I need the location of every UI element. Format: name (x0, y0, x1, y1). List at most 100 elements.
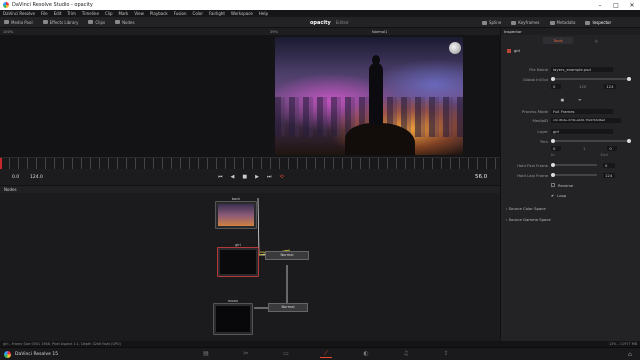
render-end-field[interactable]: 124.0 (30, 175, 43, 180)
layer-select[interactable]: girl (551, 128, 613, 134)
stop-icon[interactable]: ■ (242, 174, 247, 180)
menu-item-timeline[interactable]: Timeline (82, 11, 99, 16)
node-back[interactable]: back (215, 197, 257, 229)
close-icon[interactable]: ✕ (624, 2, 640, 9)
menu-item-fusion[interactable]: Fusion (174, 11, 187, 16)
maximize-icon[interactable]: □ (608, 2, 624, 9)
hold-last-slider[interactable] (551, 173, 597, 177)
menu-item-mark[interactable]: Mark (119, 11, 129, 16)
hold-first-field[interactable]: 0 (603, 162, 615, 168)
process-mode-select[interactable]: Full Frames (551, 108, 613, 114)
spline-button[interactable]: Spline (482, 20, 501, 25)
node-girl[interactable]: girl (217, 243, 259, 277)
menu-item-fairlight[interactable]: Fairlight (209, 11, 225, 16)
home-icon[interactable]: ⌂ (628, 351, 632, 358)
source-gamma-space-label: Source Gamma Space (508, 217, 551, 222)
timeline-ruler[interactable] (0, 157, 500, 170)
go-to-end-icon[interactable]: ⏭ (267, 174, 272, 180)
trim-in-field[interactable]: 0 (551, 145, 561, 151)
menu-item-file[interactable]: File (41, 11, 48, 16)
expand-arrow-icon: › (506, 206, 508, 211)
trim-in-knob[interactable] (551, 139, 555, 143)
file-name-label: File Name (529, 66, 548, 72)
global-inout-row: Global In/Out (501, 76, 640, 82)
current-frame-field[interactable]: 56.0 (475, 174, 487, 180)
keyframes-button[interactable]: Keyframes (511, 20, 540, 25)
viewer-title: Normal1 (372, 29, 388, 34)
file-name-field[interactable]: layers_example.psd (551, 66, 613, 72)
inspector-subtabs: ▣ ≡ (501, 96, 640, 102)
clips-label: Clips (95, 19, 106, 25)
node-back-thumbnail (218, 204, 254, 226)
menu-item-help[interactable]: Help (259, 11, 268, 16)
edit-page-icon[interactable]: ▭ (280, 350, 292, 358)
minimize-icon[interactable]: – (592, 2, 608, 9)
mediaid-field[interactable]: c0c-8b4e-47db-a0d6-7fe97b6d6e0 (551, 117, 621, 123)
hold-last-knob[interactable] (551, 173, 555, 177)
loop-checkbox[interactable]: ✔ (551, 193, 554, 198)
metadata-label: Metadata (556, 20, 576, 25)
menu-bar: DaVinci Resolve File Edit Trim Timeline … (0, 10, 640, 17)
tab-tools[interactable]: Tools (543, 37, 573, 44)
global-out-knob[interactable] (627, 77, 631, 81)
effects-library-button[interactable]: Effects Library (42, 20, 78, 25)
hold-first-knob[interactable] (551, 163, 555, 167)
keyframes-label: Keyframes (518, 20, 540, 25)
left-viewer[interactable] (0, 35, 272, 157)
hold-first-slider[interactable] (551, 163, 597, 167)
fusion-page-icon[interactable]: ⟋ (320, 350, 332, 358)
node-editor[interactable]: back girl Normal Normal moon (0, 193, 500, 341)
metadata-button[interactable]: Metadata (549, 20, 576, 25)
menu-item-workspace[interactable]: Workspace (231, 11, 253, 16)
media-page-icon[interactable]: ▤ (200, 350, 212, 358)
tab-modifiers-icon[interactable]: ◇ (595, 38, 598, 43)
menu-item-trim[interactable]: Trim (67, 11, 76, 16)
loop-icon[interactable]: ⟲ (279, 174, 283, 180)
process-mode-row: Process Mode Full Frames (501, 108, 640, 114)
reverse-checkbox[interactable] (551, 183, 555, 187)
global-in-field[interactable]: 0 (551, 83, 561, 89)
global-in-knob[interactable] (551, 77, 555, 81)
play-icon[interactable]: ▶ (255, 174, 259, 180)
merge-node-normal1[interactable]: Normal (265, 251, 309, 260)
brand-label: DaVinci Resolve 15 (15, 351, 59, 357)
left-viewer-zoom[interactable]: 100% (3, 30, 13, 34)
deliver-page-icon[interactable]: ⇪ (440, 350, 452, 358)
audio-tab-icon[interactable]: ≡ (578, 97, 581, 102)
right-viewer-zoom[interactable]: 29% (270, 30, 278, 34)
clips-button[interactable]: Clips (88, 20, 105, 25)
trim-slider[interactable] (551, 139, 631, 143)
spline-icon (482, 20, 487, 25)
global-inout-slider[interactable] (551, 77, 631, 81)
source-gamma-space-section[interactable]: › Source Gamma Space (506, 217, 551, 222)
menu-item-color[interactable]: Color (193, 11, 203, 16)
menu-item-playback[interactable]: Playback (150, 11, 168, 16)
source-color-space-section[interactable]: › Source Color Space (506, 206, 546, 211)
merge-node-normal1-label: Normal (280, 253, 294, 257)
color-page-icon[interactable]: ◐ (360, 350, 372, 358)
render-start-field[interactable]: 0.0 (12, 175, 19, 180)
node-moon[interactable]: moon (213, 299, 253, 335)
loop-row: ✔ Loop (501, 192, 640, 198)
go-to-start-icon[interactable]: ⏮ (218, 174, 223, 180)
cut-page-icon[interactable]: ✂ (240, 350, 252, 358)
menu-item-view[interactable]: View (134, 11, 144, 16)
inspector-button[interactable]: Inspector (585, 20, 611, 25)
image-tab-icon[interactable]: ▣ (561, 97, 565, 102)
global-out-field[interactable]: 124 (604, 83, 617, 89)
right-viewer[interactable] (272, 35, 500, 157)
menu-item-edit[interactable]: Edit (54, 11, 62, 16)
hold-last-field[interactable]: 124 (603, 172, 615, 178)
trim-out-field[interactable]: 0 (607, 145, 618, 151)
merge-node-normal2[interactable]: Normal (268, 303, 308, 312)
nodes-button[interactable]: Nodes (115, 20, 135, 25)
fairlight-page-icon[interactable]: ♫ (400, 350, 412, 358)
media-pool-button[interactable]: Media Pool (4, 20, 33, 25)
menu-item-clip[interactable]: Clip (105, 11, 113, 16)
keyframes-icon (511, 20, 517, 25)
step-back-icon[interactable]: ◀ (231, 174, 235, 180)
project-name: opacity (310, 19, 331, 26)
menu-item-davinci[interactable]: DaVinci Resolve (3, 11, 35, 16)
trim-out-knob[interactable] (627, 139, 631, 143)
trim-mid-value: 1 (583, 145, 586, 151)
